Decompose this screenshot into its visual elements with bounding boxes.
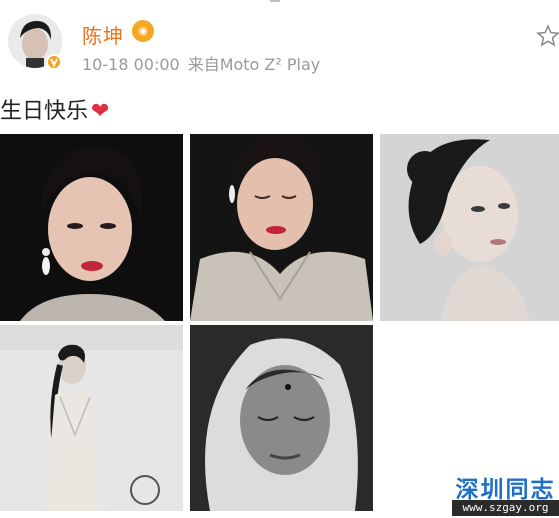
post-source: 来自Moto Z² Play: [187, 55, 321, 74]
photo-4[interactable]: [0, 325, 183, 511]
top-divider-mark: [270, 0, 280, 2]
photo-1[interactable]: [0, 134, 183, 321]
watermark-title: 深圳同志: [455, 477, 556, 503]
watermark: 深圳同志 www.szgay.org: [452, 470, 559, 518]
verified-icon: [46, 54, 62, 70]
photo-5[interactable]: [190, 325, 373, 511]
post-meta: 10-18 00:00 来自Moto Z² Play: [82, 51, 320, 75]
post-text: 生日快乐 ❤: [0, 93, 109, 125]
photo-2[interactable]: [190, 134, 373, 321]
timestamp[interactable]: 10-18 00:00: [82, 55, 180, 74]
heart-icon: ❤: [91, 99, 110, 124]
member-badge-icon[interactable]: ◉: [132, 20, 154, 42]
watermark-url: www.szgay.org: [452, 500, 559, 516]
username[interactable]: 陈坤: [82, 20, 124, 49]
post-text-content: 生日快乐: [0, 99, 89, 124]
star-icon[interactable]: [536, 24, 559, 48]
photo-3[interactable]: [380, 134, 559, 321]
